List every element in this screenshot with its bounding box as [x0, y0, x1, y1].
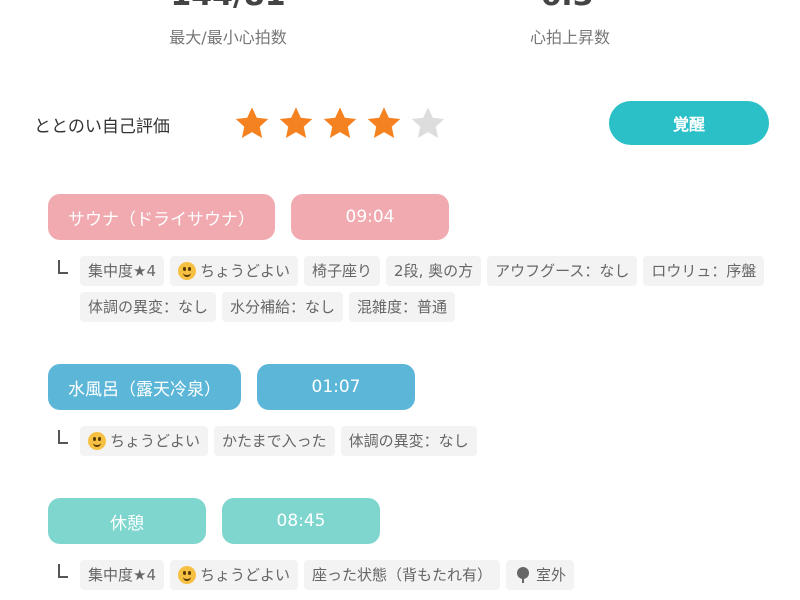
tag-mood: ちょうどよい — [80, 426, 209, 456]
indent-corner-icon — [58, 260, 68, 274]
tag: かたまで入った — [214, 426, 335, 456]
tag: 座った状態（背もたれ有） — [304, 560, 501, 590]
indent-corner-icon — [58, 564, 68, 578]
star-rating[interactable] — [232, 104, 448, 144]
max-min-heart-rate-label: 最大/最小心拍数 — [169, 28, 287, 47]
awake-button[interactable]: 覚醒 — [609, 101, 769, 145]
tree-icon — [517, 567, 530, 583]
star-filled-icon[interactable] — [276, 104, 316, 144]
rest-time-pill[interactable]: 08:45 — [222, 498, 380, 544]
water-bath-section: 水風呂（露天冷泉） 01:07 ちょうどよい かたまで入った 体調の異変：なし — [48, 364, 768, 456]
heart-rate-rise-value: 6.3 — [540, 0, 593, 16]
star-filled-icon[interactable] — [364, 104, 404, 144]
smile-emoji-icon — [178, 566, 196, 584]
star-filled-icon[interactable] — [320, 104, 360, 144]
tag: 体調の異変：なし — [80, 292, 217, 322]
tag: 集中度★4 — [80, 256, 164, 286]
tag: 水分補給：なし — [222, 292, 344, 322]
max-min-heart-rate: 144/81 最大/最小心拍数 — [78, 0, 378, 48]
sauna-section: サウナ（ドライサウナ） 09:04 集中度★4 ちょうどよい 椅子座り 2段, … — [48, 194, 768, 322]
stats-header: 144/81 最大/最小心拍数 6.3 心拍上昇数 — [0, 0, 800, 56]
star-filled-icon[interactable] — [232, 104, 272, 144]
tag: 体調の異変：なし — [340, 426, 477, 456]
water-bath-tags: ちょうどよい かたまで入った 体調の異変：なし — [48, 426, 768, 456]
rest-section: 休憩 08:45 集中度★4 ちょうどよい 座った状態（背もたれ有） 室外 — [48, 498, 768, 590]
tag-mood: ちょうどよい — [170, 256, 299, 286]
tag-mood: ちょうどよい — [170, 560, 299, 590]
tag: アウフグース：なし — [487, 256, 638, 286]
sauna-type-pill[interactable]: サウナ（ドライサウナ） — [48, 194, 275, 240]
self-rating-row: ととのい自己評価 覚醒 — [34, 100, 774, 150]
sauna-tags: 集中度★4 ちょうどよい 椅子座り 2段, 奥の方 アウフグース：なし ロウリュ… — [48, 256, 768, 322]
water-bath-time-pill[interactable]: 01:07 — [257, 364, 415, 410]
tag: 集中度★4 — [80, 560, 164, 590]
max-min-heart-rate-value: 144/81 — [78, 0, 378, 16]
smile-emoji-icon — [88, 432, 106, 450]
water-bath-type-pill[interactable]: 水風呂（露天冷泉） — [48, 364, 241, 410]
tag: 2段, 奥の方 — [386, 256, 482, 286]
tag: 混雑度：普通 — [349, 292, 456, 322]
tag: ロウリュ：序盤 — [643, 256, 765, 286]
sauna-time-pill[interactable]: 09:04 — [291, 194, 449, 240]
star-empty-icon[interactable] — [408, 104, 448, 144]
smile-emoji-icon — [178, 262, 196, 280]
heart-rate-rise-label: 心拍上昇数 — [529, 28, 610, 47]
heart-rate-rise: 6.3 心拍上昇数 — [420, 0, 720, 48]
rest-tags: 集中度★4 ちょうどよい 座った状態（背もたれ有） 室外 — [48, 560, 768, 590]
tag-outdoor: 室外 — [506, 560, 575, 590]
tag: 椅子座り — [304, 256, 381, 286]
rest-type-pill[interactable]: 休憩 — [48, 498, 206, 544]
indent-corner-icon — [58, 430, 68, 444]
self-rating-label: ととのい自己評価 — [34, 117, 170, 137]
